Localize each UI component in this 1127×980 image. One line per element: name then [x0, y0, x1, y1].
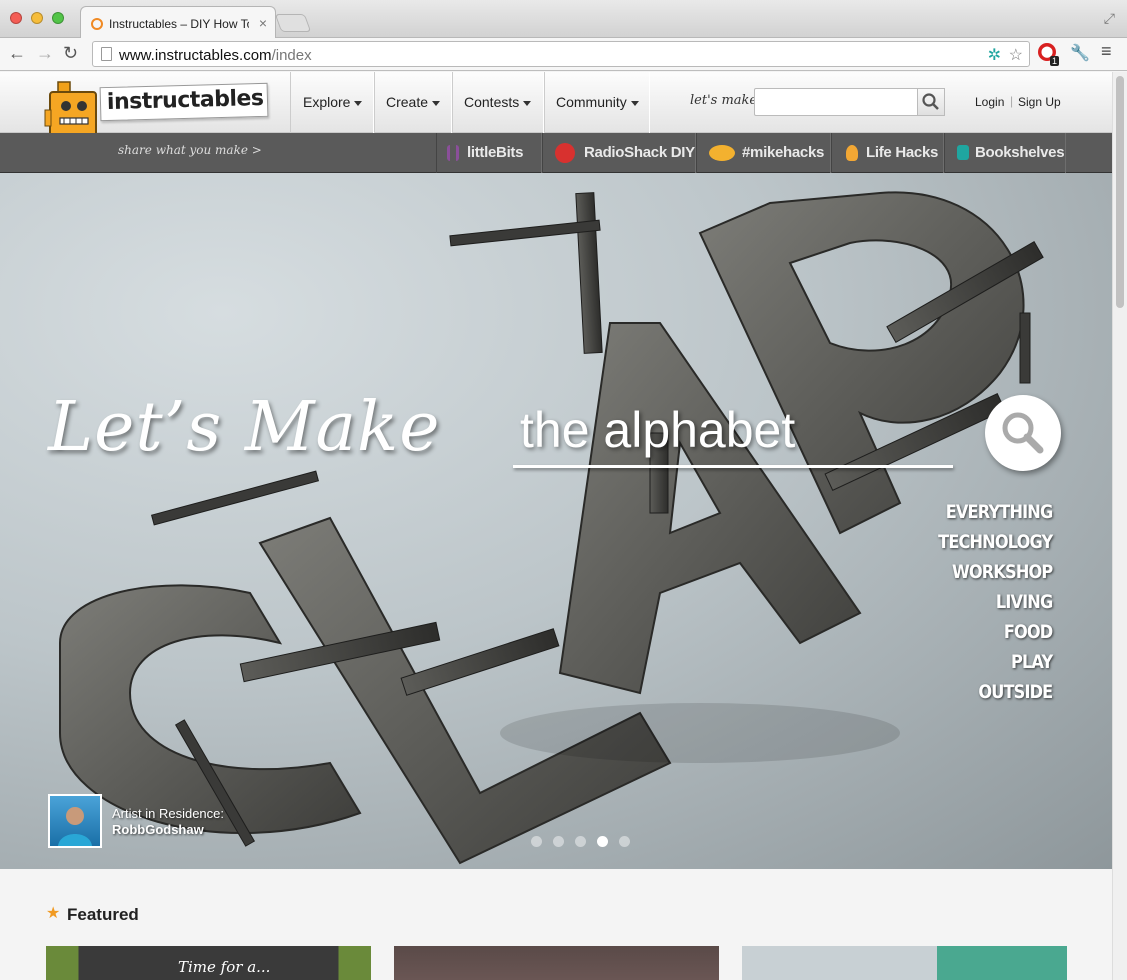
menu-contests-label: Contests	[464, 94, 532, 110]
slide-dot[interactable]	[531, 836, 542, 847]
logo-text: instructables	[106, 85, 264, 116]
search-icon	[922, 93, 939, 110]
category-play[interactable]: PLAY	[938, 647, 1053, 677]
category-everything[interactable]: EVERYTHING	[938, 497, 1052, 527]
menu-contests-text: Contests	[464, 94, 520, 110]
menu-community-label: Community	[556, 94, 639, 110]
url-host: www.instructables.com	[119, 47, 272, 64]
artist-avatar[interactable]	[48, 794, 102, 848]
scrollbar-thumb[interactable]	[1116, 76, 1124, 308]
channel-label: #mikehacks	[742, 144, 825, 161]
mikehacks-icon	[709, 145, 735, 161]
chevron-down-icon	[354, 100, 363, 106]
person-icon	[58, 807, 92, 846]
instructables-favicon-icon	[91, 18, 103, 30]
category-living[interactable]: LIVING	[938, 587, 1053, 617]
reload-icon[interactable]: ↻	[63, 43, 78, 64]
channel-label: Life Hacks	[866, 144, 939, 161]
menu-explore[interactable]: Explore	[290, 72, 374, 133]
url-text: www.instructables.com/index	[119, 47, 312, 64]
menu-explore-text: Explore	[303, 94, 351, 110]
channel-label: RadioShack DIY	[584, 144, 695, 161]
category-food[interactable]: FOOD	[938, 617, 1052, 647]
category-workshop[interactable]: WORKSHOP	[938, 557, 1053, 587]
page-scrollbar[interactable]	[1112, 72, 1127, 980]
browser-tab[interactable]: Instructables – DIY How To Make Instruct…	[80, 6, 276, 39]
artist-name-link[interactable]: RobbGodshaw	[112, 822, 204, 837]
channel-radioshack[interactable]: RadioShack DIY	[542, 133, 696, 173]
book-icon	[957, 145, 969, 160]
featured-card[interactable]	[742, 946, 1067, 980]
chevron-down-icon	[523, 100, 532, 106]
tagline-link[interactable]: share what you make >	[118, 143, 262, 157]
category-list: EVERYTHING TECHNOLOGY WORKSHOP LIVING FO…	[918, 497, 1053, 707]
featured-card-text: Time for a...	[178, 958, 271, 976]
featured-card[interactable]: Time for a...	[46, 946, 371, 980]
menu-community[interactable]: Community	[544, 72, 650, 133]
menu-community-text: Community	[556, 94, 627, 110]
menu-explore-label: Explore	[303, 94, 363, 110]
slide-dot-active[interactable]	[597, 836, 608, 847]
bookmark-star-icon[interactable]: ☆	[1009, 45, 1023, 65]
back-arrow-icon[interactable]: ←	[8, 43, 26, 64]
hero-search-query[interactable]: the alphabet	[520, 401, 795, 459]
littlebits-icon	[447, 145, 459, 161]
zoom-window-button[interactable]	[52, 12, 64, 24]
tab-close-icon[interactable]: ×	[259, 15, 267, 31]
extension-badge: 1	[1050, 56, 1060, 66]
chevron-down-icon	[630, 100, 639, 106]
channel-mikehacks[interactable]: #mikehacks	[696, 133, 831, 173]
new-tab-button[interactable]	[274, 14, 312, 32]
address-bar[interactable]: www.instructables.com/index ✲ ☆	[92, 41, 1030, 67]
channel-label: littleBits	[467, 144, 524, 161]
lightbulb-icon	[846, 145, 858, 161]
featured-heading: Featured	[67, 905, 139, 924]
menu-create-text: Create	[386, 94, 429, 110]
tab-title: Instructables – DIY How To Make Instruct…	[109, 17, 249, 31]
search-input[interactable]	[754, 88, 918, 116]
slide-dot[interactable]	[553, 836, 564, 847]
channel-label: Bookshelves	[975, 144, 1065, 161]
hero-search-button[interactable]	[985, 395, 1061, 471]
menu-create[interactable]: Create	[374, 72, 452, 133]
artist-label: Artist in Residence:	[112, 806, 224, 821]
menu-hamburger-icon[interactable]: ≡	[1101, 41, 1112, 62]
minimize-window-button[interactable]	[31, 12, 43, 24]
featured-card[interactable]	[394, 946, 719, 980]
page-icon	[101, 47, 112, 61]
channel-bookshelves[interactable]: Bookshelves	[944, 133, 1066, 173]
channel-littlebits[interactable]: littleBits	[436, 133, 542, 173]
category-outside[interactable]: OUTSIDE	[938, 677, 1053, 707]
search-button[interactable]	[917, 88, 945, 116]
chevron-down-icon	[432, 100, 441, 106]
search-label: let's make	[690, 93, 758, 108]
search-icon	[1002, 412, 1044, 454]
slide-dot[interactable]	[619, 836, 630, 847]
channel-lifehacks[interactable]: Life Hacks	[831, 133, 944, 173]
menu-contests[interactable]: Contests	[452, 72, 544, 133]
hero-banner: Let’s Make the alphabet EVERYTHING TECHN…	[0, 173, 1112, 869]
star-icon: ★	[46, 905, 61, 922]
close-window-button[interactable]	[10, 12, 22, 24]
signup-link[interactable]: Sign Up	[1018, 95, 1061, 109]
instructables-logo[interactable]: instructables	[99, 82, 269, 122]
auth-separator: |	[1010, 94, 1014, 108]
menu-create-label: Create	[386, 94, 441, 110]
browser-toolbar: ← → ↻ www.instructables.com/index ✲ ☆ ⬤ …	[0, 38, 1127, 71]
forward-arrow-icon[interactable]: →	[36, 43, 54, 64]
url-path: /index	[271, 47, 312, 64]
hero-search-underline	[513, 465, 953, 468]
wrench-icon[interactable]: 🔧	[1070, 43, 1090, 63]
slide-dot[interactable]	[575, 836, 586, 847]
browser-titlebar: Instructables – DIY How To Make Instruct…	[0, 0, 1127, 39]
fullscreen-icon[interactable]: ⤢	[1104, 10, 1115, 27]
login-link[interactable]: Login	[975, 95, 1004, 109]
radioshack-icon	[555, 143, 575, 163]
hero-heading: Let’s Make	[48, 388, 441, 467]
category-technology[interactable]: TECHNOLOGY	[938, 527, 1053, 557]
translate-icon[interactable]: ✲	[988, 45, 1001, 65]
